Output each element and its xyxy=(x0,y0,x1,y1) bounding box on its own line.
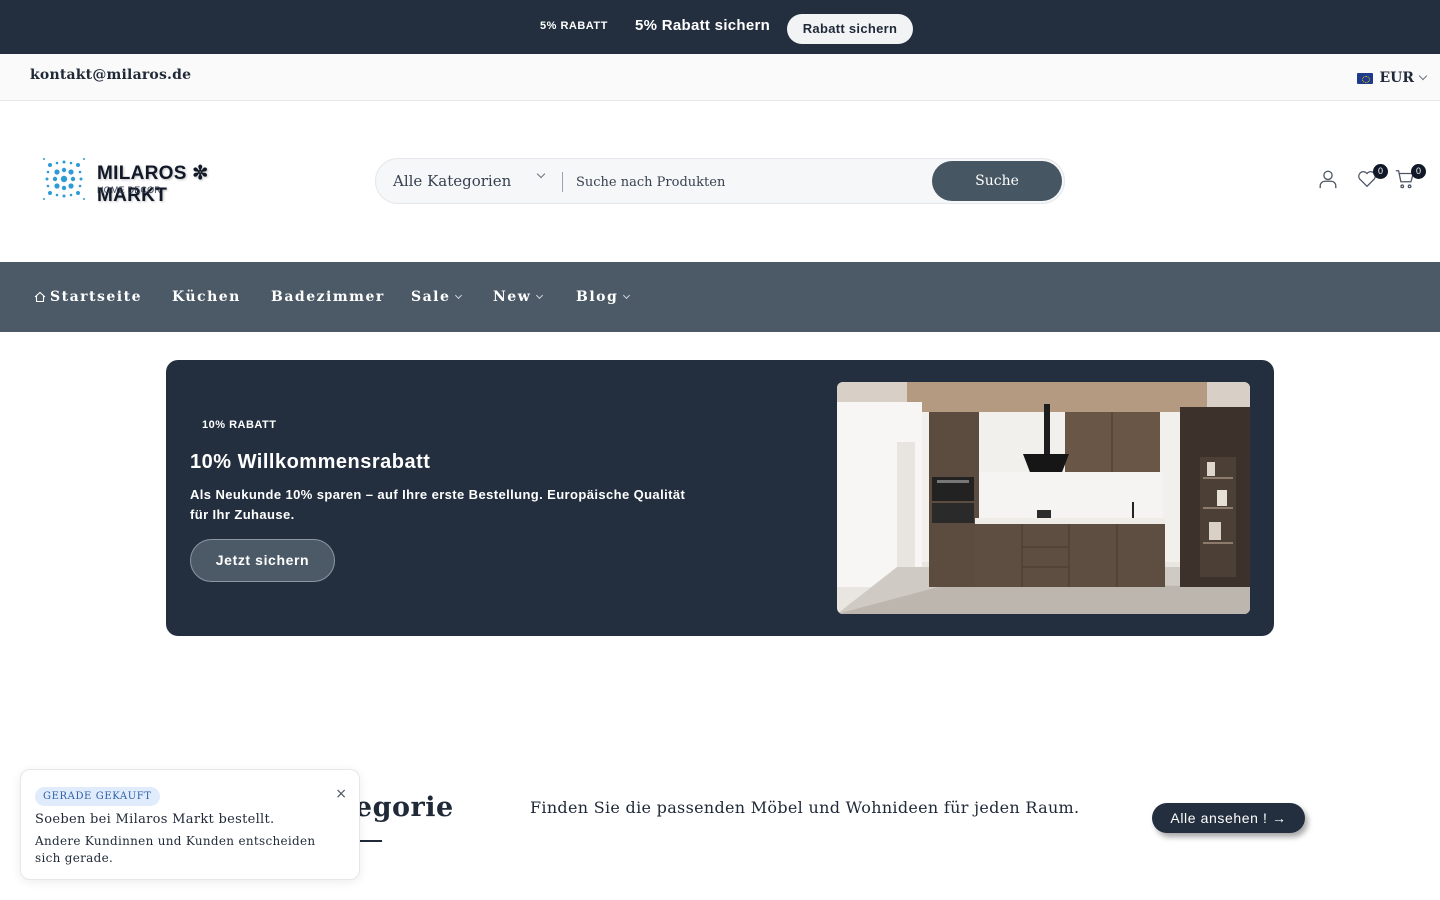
site-logo[interactable]: MILAROS ✼ MARKT HOME DECOR xyxy=(40,155,272,206)
category-select[interactable]: Alle Kategorien xyxy=(393,172,511,190)
nav-item-badezimmer[interactable]: Badezimmer xyxy=(271,289,385,305)
announcement-title: 5% Rabatt sichern xyxy=(635,17,771,34)
chevron-down-icon xyxy=(536,291,544,299)
nav-item-label: New xyxy=(493,289,532,305)
nav-item-kuechen[interactable]: Küchen xyxy=(172,289,241,305)
main-navigation: Startseite Küchen Badezimmer Sale New Bl… xyxy=(0,262,1440,332)
chevron-down-icon xyxy=(455,291,463,299)
chevron-down-icon xyxy=(1418,71,1428,81)
logo-mark-icon xyxy=(43,158,85,200)
close-icon[interactable]: × xyxy=(335,786,347,802)
toast-title: Soeben bei Milaros Markt bestellt. xyxy=(35,812,275,827)
nav-item-startseite[interactable]: Startseite xyxy=(34,289,142,305)
claim-welcome-discount-button[interactable]: Jetzt sichern xyxy=(190,539,335,582)
nav-item-label: Badezimmer xyxy=(271,289,385,305)
top-bar: kontakt@milaros.de EUR xyxy=(0,54,1440,101)
wishlist-button[interactable]: 0 xyxy=(1356,164,1388,194)
promo-title: 10% Willkommensrabatt xyxy=(190,451,431,473)
currency-code: EUR xyxy=(1379,70,1414,86)
search-button[interactable]: Suche xyxy=(932,161,1062,201)
toast-badge: GERADE GEKAUFT xyxy=(35,787,160,806)
home-icon xyxy=(34,291,46,303)
search-bar: Alle Kategorien Suche xyxy=(375,158,1065,204)
promo-badge: 10% RABATT xyxy=(202,419,277,431)
logo-tagline: HOME DECOR xyxy=(97,185,162,195)
nav-item-blog[interactable]: Blog xyxy=(576,289,631,305)
view-all-button[interactable]: Alle ansehen ! → xyxy=(1152,803,1305,833)
toast-text: Andere Kundinnen und Kunden entscheiden … xyxy=(35,834,316,865)
chevron-down-icon xyxy=(623,291,631,299)
recent-purchase-toast: GERADE GEKAUFT × Soeben bei Milaros Mark… xyxy=(20,769,360,880)
search-divider xyxy=(562,172,563,192)
announcement-bar: 5% RABATT 5% Rabatt sichern Rabatt siche… xyxy=(0,0,1440,54)
account-button[interactable] xyxy=(1317,168,1343,194)
cart-button[interactable]: 0 xyxy=(1394,164,1426,194)
cart-count-badge: 0 xyxy=(1411,164,1426,179)
currency-selector[interactable]: EUR xyxy=(1357,69,1428,87)
kitchen-image xyxy=(837,382,1250,614)
nav-item-label: Startseite xyxy=(50,289,142,305)
category-description: Finden Sie die passenden Möbel und Wohni… xyxy=(530,798,1080,817)
eu-flag-icon xyxy=(1357,72,1374,84)
nav-item-sale[interactable]: Sale xyxy=(411,289,463,305)
welcome-discount-banner: 10% RABATT 10% Willkommensrabatt Als Neu… xyxy=(166,360,1274,636)
chevron-down-icon xyxy=(536,169,546,179)
nav-item-label: Blog xyxy=(576,289,619,305)
user-icon xyxy=(1319,170,1337,189)
announcement-badge: 5% RABATT xyxy=(540,20,608,32)
nav-item-label: Küchen xyxy=(172,289,241,305)
contact-email-link[interactable]: kontakt@milaros.de xyxy=(30,67,191,83)
nav-item-label: Sale xyxy=(411,289,451,305)
claim-discount-button[interactable]: Rabatt sichern xyxy=(787,14,913,44)
nav-item-new[interactable]: New xyxy=(493,289,544,305)
search-input[interactable] xyxy=(576,169,916,195)
wishlist-count-badge: 0 xyxy=(1373,164,1388,179)
promo-text: Als Neukunde 10% sparen – auf Ihre erste… xyxy=(190,487,686,522)
